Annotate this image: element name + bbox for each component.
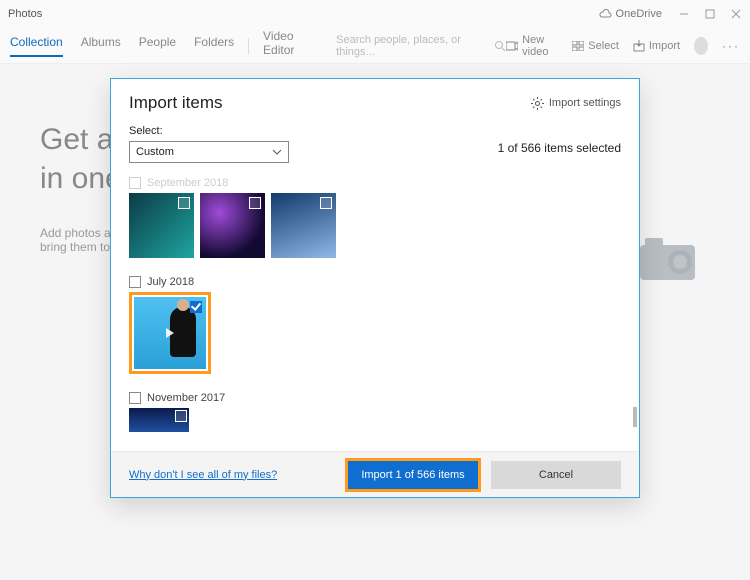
month-group-jul2018: July 2018: [129, 276, 621, 374]
select-label: Select:: [129, 125, 289, 137]
month-label: September 2018: [147, 177, 228, 189]
tab-folders[interactable]: Folders: [194, 35, 234, 57]
month-checkbox[interactable]: [129, 392, 141, 404]
select-icon: [572, 41, 584, 51]
month-group-nov2017: November 2017: [129, 392, 621, 432]
select-dropdown[interactable]: Custom: [129, 141, 289, 163]
month-label: November 2017: [147, 392, 225, 404]
import-settings-label: Import settings: [549, 97, 621, 109]
selected-highlight: [129, 292, 211, 374]
nav-divider: [248, 38, 249, 54]
avatar[interactable]: [694, 37, 708, 55]
tab-video-editor[interactable]: Video Editor: [263, 29, 323, 63]
select-label: Select: [588, 40, 619, 52]
month-header[interactable]: November 2017: [129, 392, 621, 404]
search-input[interactable]: Search people, places, or things...: [336, 35, 506, 57]
import-confirm-button[interactable]: Import 1 of 566 items: [348, 461, 478, 489]
select-row: Select: Custom 1 of 566 items selected: [111, 119, 639, 167]
nav-actions: New video Select Import ···: [506, 34, 740, 58]
help-link[interactable]: Why don't I see all of my files?: [129, 469, 335, 481]
import-icon: [633, 40, 645, 52]
navbar: Collection Albums People Folders Video E…: [0, 28, 750, 64]
new-video-label: New video: [522, 34, 558, 58]
thumbnail[interactable]: [271, 193, 336, 258]
thumbnail[interactable]: [200, 193, 265, 258]
video-plus-icon: [506, 41, 518, 51]
cloud-icon: [598, 9, 612, 19]
search-icon: [494, 40, 506, 52]
onedrive-indicator[interactable]: OneDrive: [598, 8, 662, 20]
modal-title: Import items: [129, 93, 223, 113]
thumb-checkbox[interactable]: [178, 197, 190, 209]
selected-count: 1 of 566 items selected: [498, 125, 621, 155]
gear-icon: [531, 97, 544, 110]
thumbnail-video[interactable]: [134, 297, 206, 369]
dropdown-value: Custom: [136, 146, 174, 158]
tab-people[interactable]: People: [139, 35, 176, 57]
thumb-checkbox[interactable]: [175, 410, 187, 422]
more-menu[interactable]: ···: [722, 39, 740, 53]
modal-body: September 2018 July 2018: [111, 167, 639, 451]
play-icon: [166, 328, 174, 338]
month-label: July 2018: [147, 276, 194, 288]
titlebar: Photos OneDrive: [0, 0, 750, 28]
thumb-checkbox[interactable]: [320, 197, 332, 209]
thumbnail[interactable]: [129, 193, 194, 258]
hero-line1: Get a: [40, 123, 113, 156]
scrollbar-thumb[interactable]: [633, 407, 637, 427]
new-video-button[interactable]: New video: [506, 34, 558, 58]
month-checkbox[interactable]: [129, 276, 141, 288]
window-controls: [678, 8, 742, 20]
import-settings-link[interactable]: Import settings: [531, 97, 621, 110]
nav-tabs: Collection Albums People Folders: [10, 35, 234, 57]
scrollbar[interactable]: [633, 167, 637, 451]
cancel-button[interactable]: Cancel: [491, 461, 621, 489]
minimize-button[interactable]: [678, 8, 690, 20]
maximize-button[interactable]: [704, 8, 716, 20]
import-button-highlight: Import 1 of 566 items: [345, 458, 481, 492]
month-header[interactable]: September 2018: [129, 177, 621, 189]
select-button[interactable]: Select: [572, 40, 619, 52]
close-button[interactable]: [730, 8, 742, 20]
modal-header: Import items Import settings: [111, 79, 639, 119]
import-button[interactable]: Import: [633, 40, 680, 52]
import-label: Import: [649, 40, 680, 52]
app-name: Photos: [8, 8, 598, 20]
thumbnail[interactable]: [129, 408, 189, 432]
import-modal: Import items Import settings Select: Cus…: [110, 78, 640, 498]
tab-albums[interactable]: Albums: [81, 35, 121, 57]
month-group-sep2018: September 2018: [129, 177, 621, 258]
thumb-checkbox-checked[interactable]: [190, 301, 202, 313]
thumb-checkbox[interactable]: [249, 197, 261, 209]
month-header[interactable]: July 2018: [129, 276, 621, 288]
modal-footer: Why don't I see all of my files? Import …: [111, 451, 639, 497]
tab-collection[interactable]: Collection: [10, 35, 63, 57]
onedrive-label: OneDrive: [616, 8, 662, 20]
search-placeholder: Search people, places, or things...: [336, 34, 486, 58]
month-checkbox[interactable]: [129, 177, 141, 189]
chevron-down-icon: [272, 149, 282, 155]
camera-illustration: [630, 230, 710, 290]
